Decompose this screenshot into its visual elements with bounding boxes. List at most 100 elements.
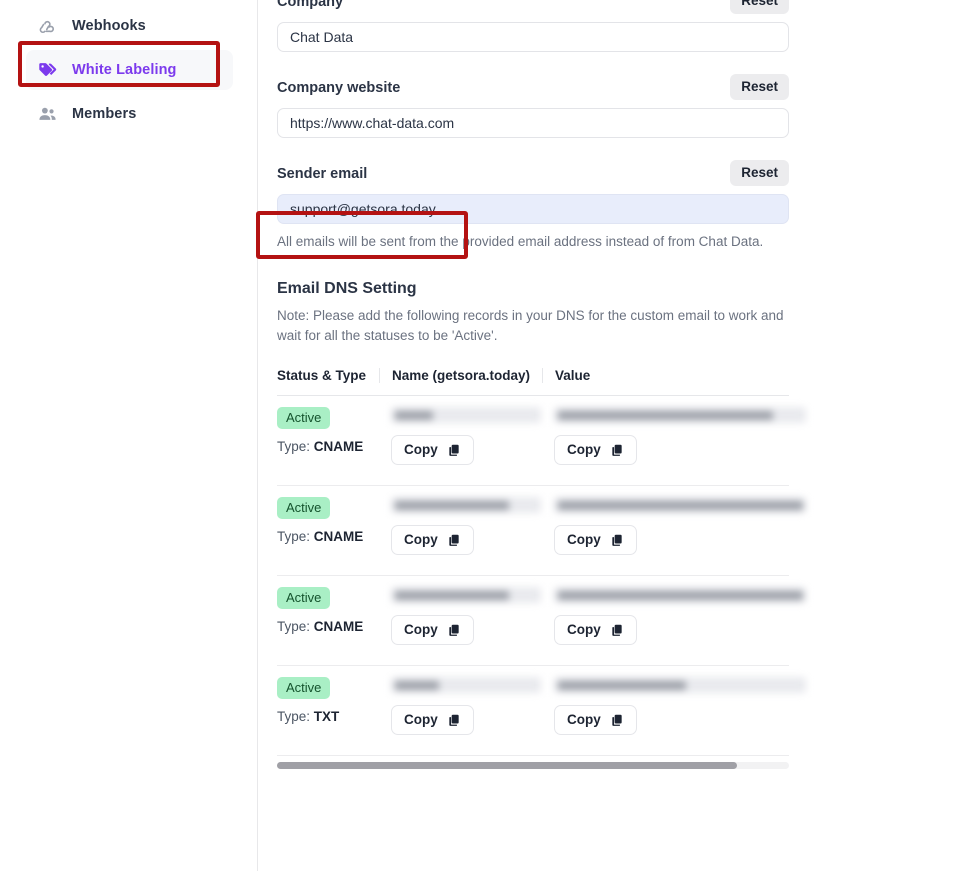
redacted-name-value	[391, 497, 541, 514]
company-website-input[interactable]	[277, 108, 789, 138]
copy-icon	[447, 443, 461, 457]
copy-icon	[610, 443, 624, 457]
company-input[interactable]	[277, 22, 789, 52]
email-dns-note: Note: Please add the following records i…	[277, 307, 784, 343]
sidebar-item-members[interactable]: Members	[26, 94, 233, 134]
email-dns-section: Email DNS Setting Note: Please add the f…	[277, 279, 806, 770]
redacted-name-value	[391, 677, 541, 694]
sidebar-item-label: White Labeling	[72, 62, 177, 78]
sender-email-field-group: Sender email Reset All emails will be se…	[277, 160, 789, 252]
copy-icon	[447, 713, 461, 727]
copy-value-button[interactable]: Copy	[554, 435, 637, 466]
dns-records-table: Status & Type Name (getsora.today) Value…	[277, 368, 806, 770]
row-name-cell: Copy	[379, 407, 542, 466]
record-type: Type: CNAME	[277, 529, 379, 544]
copy-button-label: Copy	[404, 442, 438, 458]
copy-icon	[610, 623, 624, 637]
record-type: Type: CNAME	[277, 439, 379, 454]
copy-button-label: Copy	[567, 712, 601, 728]
redacted-name-value	[391, 407, 541, 424]
company-website-reset-button[interactable]: Reset	[730, 74, 789, 100]
type-prefix-label: Type:	[277, 439, 311, 455]
table-horizontal-scrollbar[interactable]	[277, 762, 789, 770]
members-icon	[36, 103, 58, 125]
column-header-name: Name (getsora.today)	[379, 368, 542, 384]
copy-icon	[447, 533, 461, 547]
email-dns-title: Email DNS Setting	[277, 279, 417, 297]
row-name-cell: Copy	[379, 677, 542, 736]
company-label: Company	[277, 0, 344, 10]
type-value: CNAME	[313, 439, 364, 455]
row-value-cell: Copy	[542, 407, 806, 466]
copy-button-label: Copy	[404, 622, 438, 638]
white-labeling-main-panel: Company Reset Company website Reset Send…	[258, 0, 957, 871]
sender-email-input[interactable]	[277, 194, 789, 224]
company-website-field-group: Company website Reset	[277, 74, 789, 138]
sender-email-label: Sender email	[277, 166, 368, 182]
status-badge: Active	[277, 407, 331, 430]
copy-button-label: Copy	[567, 622, 601, 638]
copy-value-button[interactable]: Copy	[554, 525, 637, 556]
webhook-icon	[36, 15, 58, 37]
copy-name-button[interactable]: Copy	[391, 705, 474, 736]
redacted-record-value	[554, 497, 806, 514]
sender-email-help-text: All emails will be sent from the provide…	[277, 234, 764, 249]
table-row: Active Type: TXT Copy Copy	[277, 666, 806, 757]
company-field-group: Company Reset	[277, 0, 789, 52]
copy-button-label: Copy	[567, 442, 601, 458]
row-status-cell: Active Type: CNAME	[277, 407, 379, 454]
table-row: Active Type: CNAME Copy Copy	[277, 486, 806, 577]
type-prefix-label: Type:	[277, 529, 311, 545]
copy-button-label: Copy	[567, 532, 601, 548]
company-reset-button[interactable]: Reset	[730, 0, 789, 14]
sidebar-item-webhooks[interactable]: Webhooks	[26, 6, 233, 46]
row-status-cell: Active Type: CNAME	[277, 587, 379, 634]
type-prefix-label: Type:	[277, 709, 311, 725]
status-badge: Active	[277, 677, 331, 700]
copy-icon	[447, 623, 461, 637]
row-name-cell: Copy	[379, 587, 542, 646]
row-name-cell: Copy	[379, 497, 542, 556]
copy-button-label: Copy	[404, 712, 438, 728]
type-prefix-label: Type:	[277, 619, 311, 635]
status-badge: Active	[277, 497, 331, 520]
redacted-record-value	[554, 407, 806, 424]
status-badge: Active	[277, 587, 331, 610]
scrollbar-thumb[interactable]	[277, 762, 737, 770]
copy-value-button[interactable]: Copy	[554, 705, 637, 736]
row-value-cell: Copy	[542, 587, 806, 646]
white-labeling-settings-page: Webhooks White Labeling Members Company …	[0, 0, 957, 871]
redacted-record-value	[554, 677, 806, 694]
tag-icon	[36, 59, 58, 81]
sidebar-item-white-labeling[interactable]: White Labeling	[26, 50, 233, 90]
sidebar-item-label: Members	[72, 106, 137, 122]
sidebar-item-label: Webhooks	[72, 18, 146, 34]
copy-name-button[interactable]: Copy	[391, 525, 474, 556]
row-value-cell: Copy	[542, 677, 806, 736]
record-type: Type: CNAME	[277, 619, 379, 634]
type-value: TXT	[313, 709, 340, 725]
column-header-value: Value	[542, 368, 789, 384]
copy-value-button[interactable]: Copy	[554, 615, 637, 646]
row-value-cell: Copy	[542, 497, 806, 556]
type-value: CNAME	[313, 619, 364, 635]
copy-name-button[interactable]: Copy	[391, 435, 474, 466]
row-status-cell: Active Type: CNAME	[277, 497, 379, 544]
redacted-record-value	[554, 587, 806, 604]
copy-button-label: Copy	[404, 532, 438, 548]
table-row: Active Type: CNAME Copy Copy	[277, 396, 806, 487]
record-type: Type: TXT	[277, 709, 379, 724]
company-website-label: Company website	[277, 80, 401, 96]
white-labeling-form: Company Reset Company website Reset Send…	[277, 0, 806, 770]
redacted-name-value	[391, 587, 541, 604]
table-row: Active Type: CNAME Copy Copy	[277, 576, 806, 667]
table-header-row: Status & Type Name (getsora.today) Value	[277, 368, 789, 397]
type-value: CNAME	[313, 529, 364, 545]
settings-sidebar: Webhooks White Labeling Members	[0, 0, 258, 871]
copy-name-button[interactable]: Copy	[391, 615, 474, 646]
sender-email-reset-button[interactable]: Reset	[730, 160, 789, 186]
copy-icon	[610, 713, 624, 727]
column-header-status-type: Status & Type	[277, 368, 367, 384]
copy-icon	[610, 533, 624, 547]
row-status-cell: Active Type: TXT	[277, 677, 379, 724]
